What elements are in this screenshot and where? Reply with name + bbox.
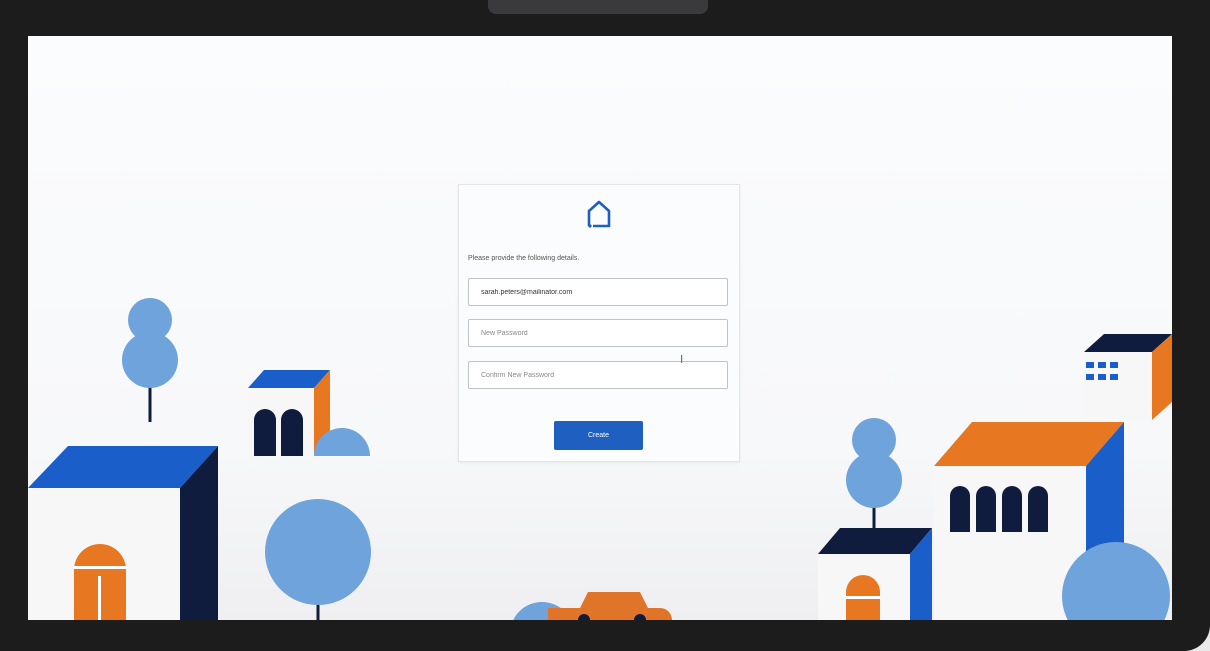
intro-text: Please provide the following details. <box>468 255 580 262</box>
create-button[interactable]: Create <box>554 421 643 450</box>
email-field[interactable] <box>468 278 728 306</box>
text-cursor-icon: I <box>680 353 684 366</box>
car <box>513 592 672 620</box>
tree-right <box>846 418 902 530</box>
tree-left-round <box>265 499 371 620</box>
confirm-password-field[interactable] <box>468 361 728 389</box>
building-right-small <box>818 528 932 620</box>
device-notch <box>488 0 708 14</box>
building-right-large <box>934 422 1170 620</box>
building-left-large <box>28 446 218 620</box>
new-password-field[interactable] <box>468 319 728 347</box>
signup-card: Please provide the following details. Cr… <box>458 184 740 462</box>
building-right-top <box>1084 334 1172 420</box>
tree-left-tall <box>122 298 178 422</box>
house-outline-icon <box>587 200 611 228</box>
building-left-small <box>248 370 370 456</box>
screen: Please provide the following details. Cr… <box>28 36 1172 620</box>
